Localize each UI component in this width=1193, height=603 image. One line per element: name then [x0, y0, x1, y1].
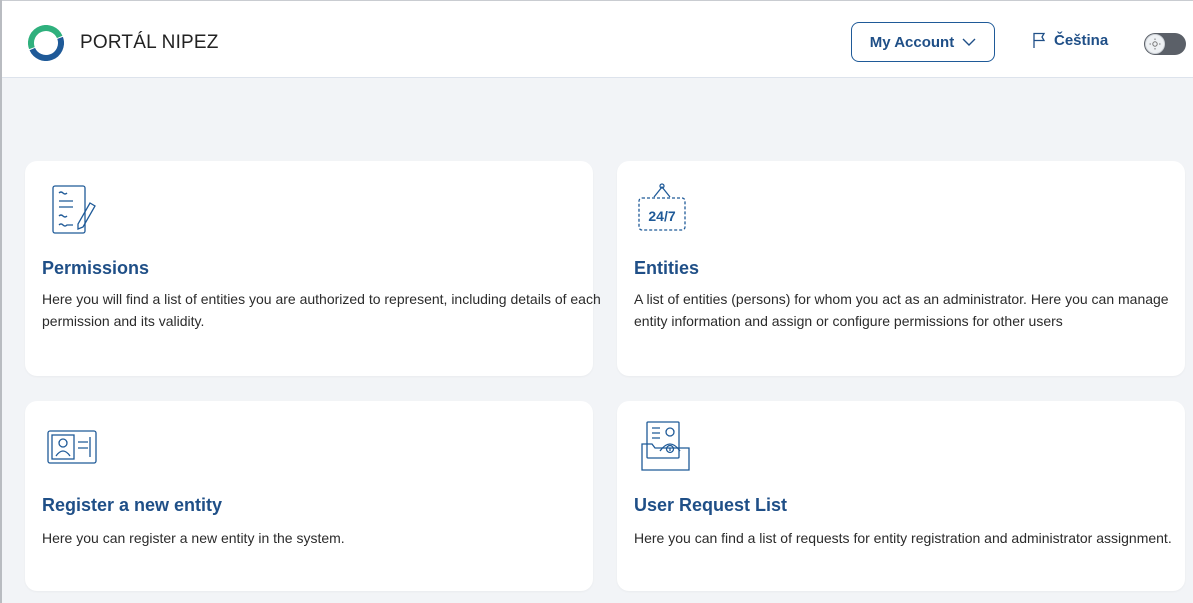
chevron-down-icon [962, 38, 976, 46]
nipez-logo-icon [28, 25, 64, 61]
top-header: PORTÁL NIPEZ My Account Čeština [2, 1, 1193, 78]
sun-icon [1145, 34, 1165, 54]
my-account-button[interactable]: My Account [851, 22, 995, 62]
permissions-title: Permissions [42, 258, 150, 278]
permissions-description: Here you will find a list of entities yo… [42, 291, 601, 329]
theme-toggle[interactable] [1144, 33, 1186, 55]
document-edit-icon [52, 185, 96, 234]
entities-card[interactable]: 24/7 Entities A list of entities (person… [617, 161, 1185, 376]
brand-title: PORTÁL NIPEZ [80, 32, 219, 53]
language-label: Čeština [1054, 32, 1109, 49]
flag-icon [1033, 32, 1046, 48]
register-entity-description: Here you can register a new entity in th… [42, 530, 345, 546]
language-switch[interactable]: Čeština [1032, 32, 1108, 49]
permissions-card[interactable]: Permissions Here you will find a list of… [25, 161, 601, 376]
register-entity-card[interactable]: Register a new entity Here you can regis… [25, 401, 593, 591]
folder-user-icon [641, 421, 690, 471]
sign-24-7-icon: 24/7 [638, 183, 686, 231]
entities-description: A list of entities (persons) for whom yo… [634, 291, 1169, 329]
register-entity-title: Register a new entity [42, 495, 223, 515]
my-account-label: My Account [869, 33, 955, 51]
user-request-list-card[interactable]: User Request List Here you can find a li… [617, 401, 1185, 591]
entities-title: Entities [634, 258, 700, 278]
sign-24-7-text: 24/7 [648, 208, 675, 224]
user-request-list-title: User Request List [634, 495, 788, 515]
window-left-border [0, 0, 2, 603]
id-card-icon [47, 430, 97, 464]
user-request-list-description: Here you can find a list of requests for… [634, 530, 1172, 546]
